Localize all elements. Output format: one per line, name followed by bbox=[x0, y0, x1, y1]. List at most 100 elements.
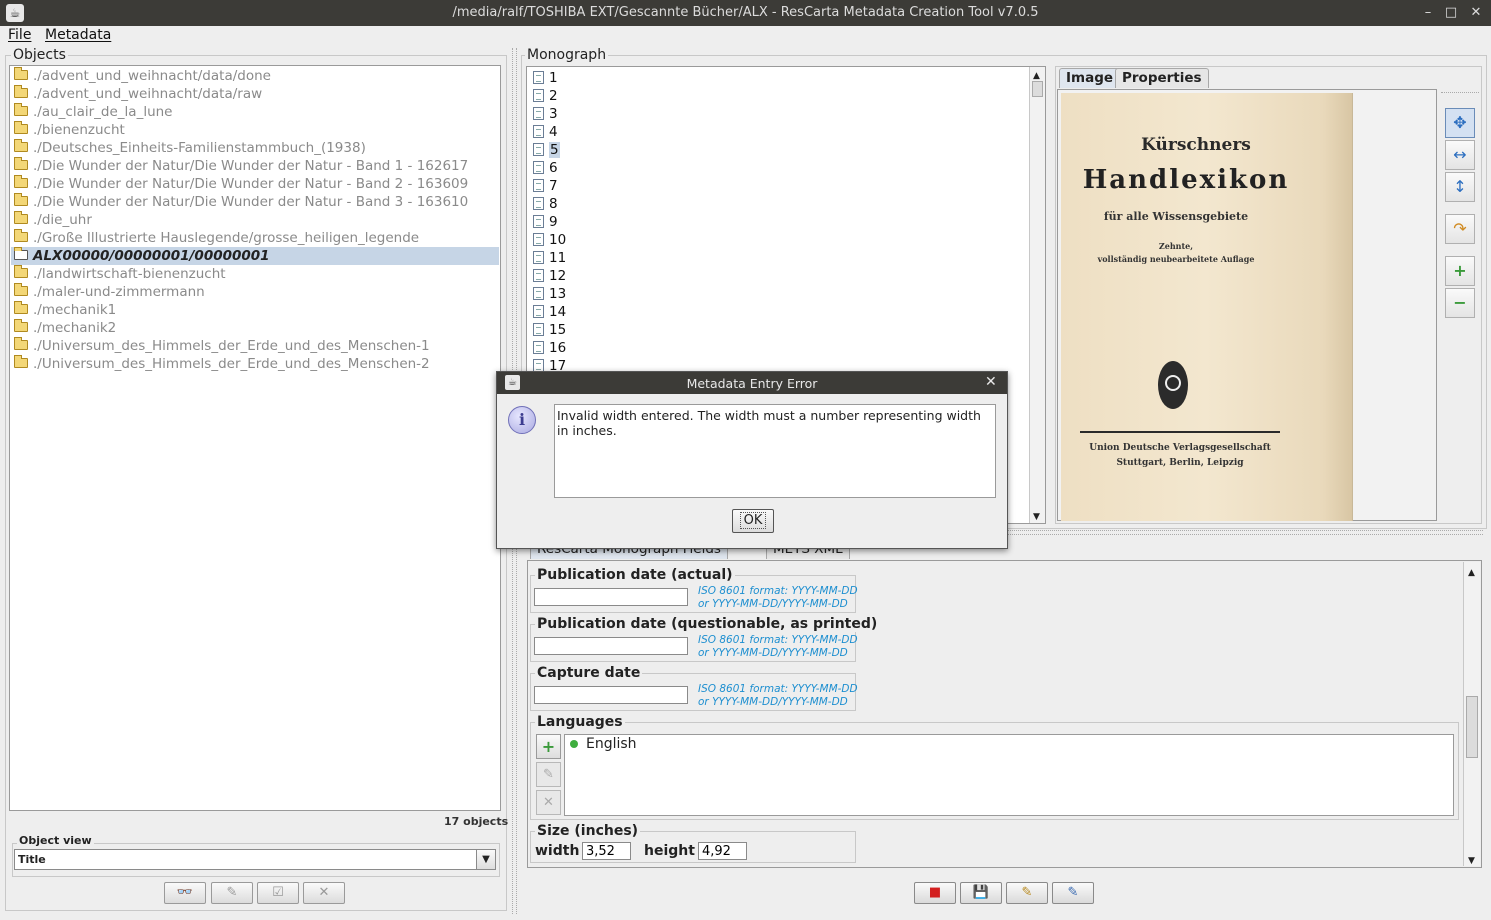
fields-scroll-thumb[interactable] bbox=[1466, 696, 1478, 758]
object-item[interactable]: ./Große Illustrierte Hauslegende/grosse_… bbox=[11, 229, 499, 247]
zoom-out-icon[interactable]: − bbox=[1445, 288, 1475, 318]
apply-icon[interactable]: ✎ bbox=[1006, 882, 1048, 904]
object-item[interactable]: ./mechanik1 bbox=[11, 301, 499, 319]
object-view-select[interactable]: Title ▼ bbox=[14, 849, 496, 870]
object-item[interactable]: ./advent_und_weihnacht/data/raw bbox=[11, 85, 499, 103]
publisher-emblem bbox=[1158, 361, 1188, 409]
folder-icon bbox=[14, 121, 28, 134]
dialog-close-icon[interactable]: ✕ bbox=[985, 374, 997, 390]
object-item-label: ./Universum_des_Himmels_der_Erde_und_des… bbox=[33, 356, 430, 372]
folder-icon bbox=[14, 319, 28, 332]
tab-properties[interactable]: Properties bbox=[1115, 68, 1209, 88]
menu-file[interactable]: File bbox=[8, 27, 31, 43]
menu-bar: File Metadata bbox=[0, 26, 1491, 46]
object-item[interactable]: ./Die Wunder der Natur/Die Wunder der Na… bbox=[11, 157, 499, 175]
close-icon[interactable]: ✕ bbox=[1466, 3, 1486, 23]
page-number: 2 bbox=[549, 88, 558, 104]
view-button[interactable]: 👓 bbox=[164, 882, 206, 904]
info-icon: i bbox=[508, 406, 536, 434]
object-item[interactable]: ./mechanik2 bbox=[11, 319, 499, 337]
objects-list[interactable]: ./advent_und_weihnacht/data/done ./advent… bbox=[9, 65, 501, 811]
fit-height-icon[interactable]: ↕ bbox=[1445, 172, 1475, 202]
folder-icon bbox=[14, 355, 28, 368]
scroll-down-icon[interactable] bbox=[1033, 508, 1040, 523]
object-view-label: Object view bbox=[17, 833, 94, 849]
pub-date-actual-input[interactable] bbox=[534, 588, 688, 606]
scroll-up-icon[interactable] bbox=[1033, 67, 1040, 82]
language-item[interactable]: English bbox=[586, 736, 637, 752]
add-language-icon[interactable]: + bbox=[536, 734, 561, 759]
fields-scrollbar[interactable] bbox=[1463, 562, 1480, 866]
page-list-scrollbar[interactable] bbox=[1029, 67, 1045, 523]
object-item-label: ./advent_und_weihnacht/data/raw bbox=[33, 86, 263, 102]
object-item[interactable]: ./Deutsches_Einheits-Familienstammbuch_(… bbox=[11, 139, 499, 157]
object-item[interactable]: ./Die Wunder der Natur/Die Wunder der Na… bbox=[11, 193, 499, 211]
page-number: 11 bbox=[549, 250, 567, 266]
page-number: 8 bbox=[549, 196, 558, 212]
object-item-label: ./maler-und-zimmermann bbox=[33, 284, 205, 300]
languages-list[interactable]: English bbox=[564, 734, 1454, 816]
folder-icon bbox=[14, 157, 28, 170]
language-bullet-icon bbox=[570, 740, 578, 748]
tab-image[interactable]: Image bbox=[1059, 68, 1121, 88]
height-label: height bbox=[644, 843, 695, 859]
save-icon[interactable]: 💾 bbox=[960, 882, 1002, 904]
page-icon bbox=[533, 305, 544, 318]
height-input[interactable] bbox=[698, 842, 747, 860]
object-item[interactable]: ./maler-und-zimmermann bbox=[11, 283, 499, 301]
fit-width-icon[interactable]: ↔ bbox=[1445, 140, 1475, 170]
page-icon bbox=[533, 161, 544, 174]
pub-date-actual-hint-1: ISO 8601 format: YYYY-MM-DD bbox=[698, 585, 858, 597]
minimize-icon[interactable]: – bbox=[1418, 3, 1438, 23]
ok-button[interactable]: OK bbox=[732, 509, 774, 533]
object-item[interactable]: ./Universum_des_Himmels_der_Erde_und_des… bbox=[11, 355, 499, 373]
dialog-title-bar: ☕ Metadata Entry Error ✕ bbox=[497, 372, 1007, 394]
object-item[interactable]: ALX00000/00000001/00000001 bbox=[11, 247, 499, 265]
delete-button[interactable]: ✕ bbox=[303, 882, 345, 904]
width-input[interactable] bbox=[582, 842, 631, 860]
scroll-thumb[interactable] bbox=[1032, 81, 1043, 97]
edit-language-icon[interactable]: ✎ bbox=[536, 762, 561, 787]
object-item[interactable]: ./Universum_des_Himmels_der_Erde_und_des… bbox=[11, 337, 499, 355]
stop-icon[interactable]: ■ bbox=[914, 882, 956, 904]
page-number: 1 bbox=[549, 70, 558, 86]
pub-date-questionable-input[interactable] bbox=[534, 637, 688, 655]
book-line-5: vollständig neubearbeitete Auflage bbox=[1097, 254, 1255, 264]
error-dialog: ☕ Metadata Entry Error ✕ i Invalid width… bbox=[496, 371, 1008, 549]
menu-metadata[interactable]: Metadata bbox=[45, 27, 111, 43]
pub-date-actual-label: Publication date (actual) bbox=[535, 567, 735, 583]
capture-date-input[interactable] bbox=[534, 686, 688, 704]
object-item[interactable]: ./au_clair_de_la_lune bbox=[11, 103, 499, 121]
object-item[interactable]: ./landwirtschaft-bienenzucht bbox=[11, 265, 499, 283]
fields-scroll-down-icon[interactable] bbox=[1468, 852, 1475, 867]
object-item[interactable]: ./die_uhr bbox=[11, 211, 499, 229]
fields-scroll-up-icon[interactable] bbox=[1468, 564, 1475, 579]
objects-count: 17 objects bbox=[444, 815, 509, 828]
object-item[interactable]: ./bienenzucht bbox=[11, 121, 499, 139]
object-item-label: ./die_uhr bbox=[33, 212, 92, 228]
window-title: /media/ralf/TOSHIBA EXT/Gescannte Bücher… bbox=[452, 5, 1039, 20]
zoom-in-icon[interactable]: + bbox=[1445, 256, 1475, 286]
apply-all-icon[interactable]: ✎ bbox=[1052, 882, 1094, 904]
maximize-icon[interactable]: □ bbox=[1441, 3, 1461, 23]
chevron-down-icon[interactable]: ▼ bbox=[476, 850, 495, 869]
rotate-icon[interactable]: ↷ bbox=[1445, 214, 1475, 244]
page-number: 16 bbox=[549, 340, 567, 356]
book-line-4: Zehnte, bbox=[1158, 241, 1194, 251]
dialog-message: Invalid width entered. The width must a … bbox=[554, 404, 996, 498]
book-page-image: Kürschners Handlexikon für alle Wissensg… bbox=[1061, 93, 1353, 521]
object-item-label: ./landwirtschaft-bienenzucht bbox=[33, 266, 226, 282]
object-item-label: ./advent_und_weihnacht/data/done bbox=[33, 68, 271, 84]
object-item[interactable]: ./Die Wunder der Natur/Die Wunder der Na… bbox=[11, 175, 499, 193]
page-icon bbox=[533, 125, 544, 138]
edit-button[interactable]: ✎ bbox=[211, 882, 253, 904]
folder-icon bbox=[14, 229, 28, 242]
validate-button[interactable]: ☑ bbox=[257, 882, 299, 904]
object-item[interactable]: ./advent_und_weihnacht/data/done bbox=[11, 67, 499, 85]
folder-icon bbox=[14, 337, 28, 350]
pan-icon[interactable]: ✥ bbox=[1445, 108, 1475, 138]
remove-language-icon[interactable]: ✕ bbox=[536, 790, 561, 815]
page-icon bbox=[533, 269, 544, 282]
image-canvas[interactable]: Kürschners Handlexikon für alle Wissensg… bbox=[1057, 89, 1437, 521]
capture-date-hint-2: or YYYY-MM-DD/YYYY-MM-DD bbox=[698, 696, 848, 708]
